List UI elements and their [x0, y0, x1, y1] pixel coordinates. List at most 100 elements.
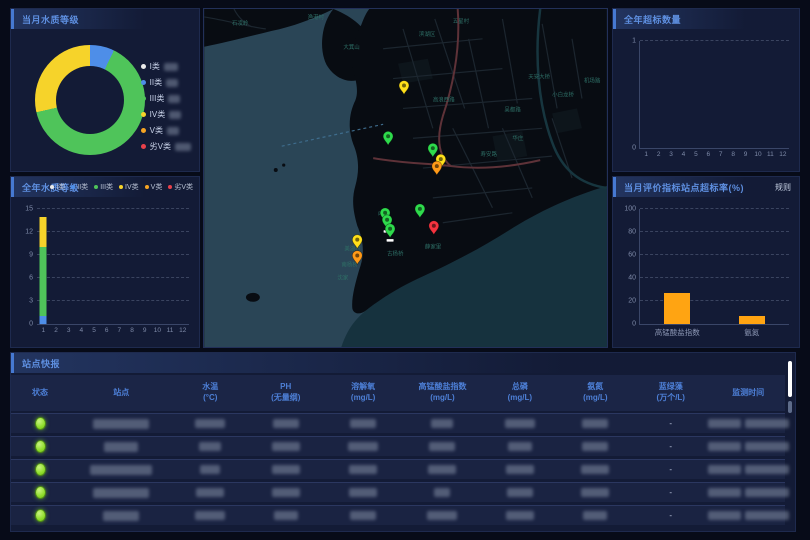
- column-header: 总磷(mg/L): [483, 382, 557, 404]
- value-cell: [174, 488, 248, 497]
- masked-value: [582, 419, 608, 428]
- value-cell: [402, 419, 483, 428]
- legend-dot: [141, 64, 146, 69]
- gridline: [640, 254, 789, 255]
- gridline: [37, 254, 189, 255]
- legend-dot: [94, 185, 98, 189]
- panel-month-exceed-rate: 当月评价指标站点超标率(%) 规则 020406080100高锰酸盐指数氨氮: [612, 176, 800, 348]
- x-axis-tick: 5: [690, 151, 702, 158]
- algae-cell: -: [634, 465, 708, 474]
- scrollbar-thumb-secondary[interactable]: [788, 401, 792, 413]
- column-header: 溶解氧(mg/L): [324, 382, 401, 404]
- value-cell: [483, 488, 557, 497]
- table-row[interactable]: -: [11, 482, 785, 502]
- x-axis-tick: 9: [138, 327, 151, 334]
- legend-item[interactable]: III类: [94, 182, 113, 192]
- legend-item[interactable]: 劣V类: [168, 182, 193, 192]
- legend-item[interactable]: 劣V类: [141, 141, 191, 152]
- map-place-label: 华庄: [512, 134, 523, 142]
- legend-item[interactable]: V类: [145, 182, 163, 192]
- year-exceed-chart: 01123456789101112: [619, 33, 793, 165]
- table-row[interactable]: -: [11, 505, 785, 525]
- gridline: [37, 231, 189, 232]
- legend-dot: [141, 112, 146, 117]
- legend-item[interactable]: IV类: [141, 109, 191, 120]
- value-cell: [557, 419, 634, 428]
- map-place-label: 吴都路: [504, 105, 521, 113]
- map-islet: [282, 163, 285, 166]
- legend-label: IV类: [150, 109, 166, 120]
- masked-value: [583, 511, 607, 520]
- x-axis-tick: 1: [37, 327, 50, 334]
- table-row[interactable]: -: [11, 436, 785, 456]
- panel-title: 站点快报: [22, 357, 60, 370]
- map-place-label: 机场路: [584, 77, 601, 85]
- x-axis-tick: 11: [164, 327, 177, 334]
- status-badge: [35, 440, 46, 453]
- legend-item[interactable]: IV类: [119, 182, 139, 192]
- masked-value: [166, 79, 178, 87]
- legend-label: IV类: [125, 182, 139, 192]
- time-cell: [708, 488, 789, 497]
- donut-area: I类 II类 III类 IV类 V类劣V类: [11, 29, 199, 171]
- bar[interactable]: [664, 293, 690, 324]
- value-cell: [247, 419, 324, 428]
- station-cell: [69, 442, 173, 452]
- masked-value: [274, 511, 298, 520]
- table-row[interactable]: -: [11, 413, 785, 433]
- rule-link[interactable]: 规则: [775, 182, 791, 193]
- map-canvas[interactable]: 石凌岭渔港村大箕山五星村滨湖区天安大桥机场路高浪西路小白龙桥吴都路华庄寿安路叶春…: [204, 9, 607, 347]
- legend-dot: [145, 185, 149, 189]
- panel-year-exceed-count: 全年超标数量 01123456789101112: [612, 8, 800, 172]
- scrollbar-thumb[interactable]: [788, 361, 792, 397]
- status-badge: [35, 486, 46, 499]
- table-row[interactable]: -: [11, 459, 785, 479]
- masked-value: [349, 465, 377, 474]
- masked-value: [200, 465, 220, 474]
- bar[interactable]: [739, 316, 765, 324]
- x-axis-tick: 1: [640, 151, 652, 158]
- legend-item[interactable]: III类: [141, 93, 191, 104]
- masked-value: [582, 442, 608, 451]
- status-badge: [35, 509, 46, 522]
- legend-dot: [119, 185, 123, 189]
- bar-segment: [739, 316, 765, 324]
- value-cell: [247, 442, 324, 451]
- masked-value: [745, 442, 789, 451]
- gridline: [37, 300, 189, 301]
- x-axis-tick: 7: [715, 151, 727, 158]
- masked-value: [272, 465, 300, 474]
- column-header: PH(无量纲): [247, 382, 324, 404]
- value-cell: [557, 488, 634, 497]
- masked-value: [93, 488, 149, 498]
- map-place-label: 大箕山: [343, 43, 359, 51]
- legend-dot: [141, 96, 146, 101]
- masked-value: [168, 95, 180, 103]
- masked-value: [434, 488, 450, 497]
- legend-item[interactable]: II类: [71, 182, 88, 192]
- legend-item[interactable]: II类: [141, 77, 191, 88]
- masked-value: [427, 511, 457, 520]
- y-axis-tick: 0: [632, 145, 636, 152]
- x-axis-tick: 9: [739, 151, 751, 158]
- column-header: 站点: [69, 388, 173, 399]
- y-axis-tick: 80: [628, 229, 636, 236]
- legend-label: II类: [150, 77, 162, 88]
- y-axis-tick: 3: [29, 298, 33, 305]
- masked-value: [428, 465, 456, 474]
- x-axis-tick: 8: [126, 327, 139, 334]
- value-cell: [557, 442, 634, 451]
- bar[interactable]: [40, 217, 47, 324]
- masked-value: [506, 511, 534, 520]
- x-axis-tick: 4: [75, 327, 88, 334]
- legend-item[interactable]: I类: [50, 182, 65, 192]
- legend-item[interactable]: I类: [141, 61, 191, 72]
- map-panel[interactable]: 石凌岭渔港村大箕山五星村滨湖区天安大桥机场路高浪西路小白龙桥吴都路华庄寿安路叶春…: [203, 8, 608, 348]
- value-cell: [483, 511, 557, 520]
- donut-chart[interactable]: [35, 45, 145, 155]
- legend-label: I类: [150, 61, 160, 72]
- panel-year-water-grade: 全年水质等级 I类II类III类IV类V类劣V类 036912151234567…: [10, 176, 200, 348]
- legend-item[interactable]: V类: [141, 125, 191, 136]
- algae-cell: -: [634, 442, 708, 451]
- value-cell: [402, 442, 483, 451]
